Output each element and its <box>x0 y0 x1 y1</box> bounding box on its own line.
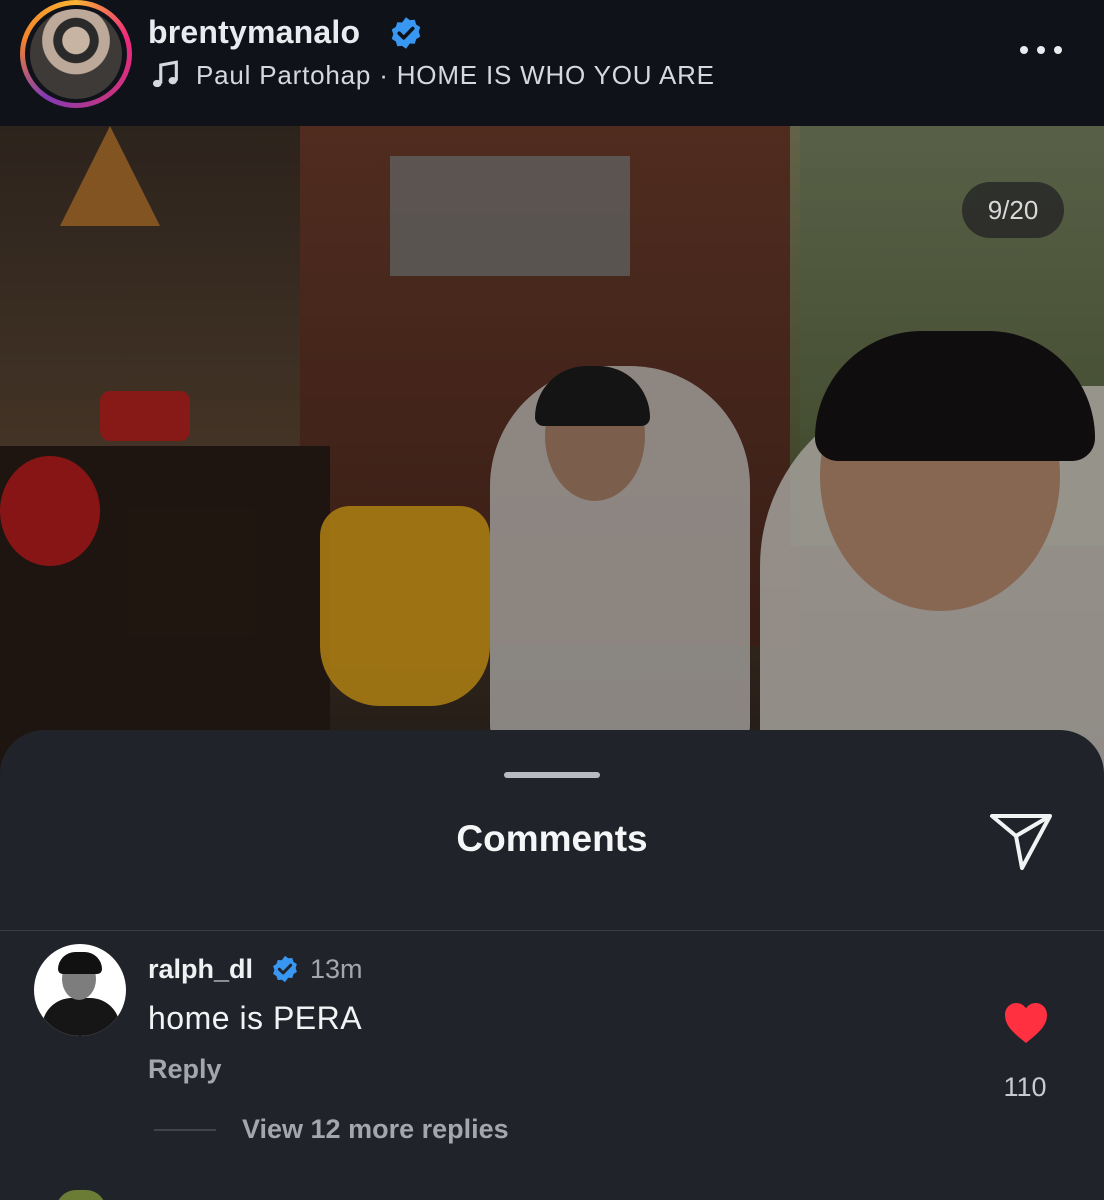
next-commenter-avatar[interactable] <box>56 1190 106 1200</box>
heart-icon[interactable] <box>1002 1000 1050 1044</box>
comment-text: home is PERA <box>148 1000 363 1036</box>
verified-badge-icon <box>391 17 421 49</box>
song-artist: Paul Partohap <box>196 60 372 90</box>
author-avatar[interactable] <box>20 0 132 108</box>
view-more-replies-button[interactable]: View 12 more replies <box>242 1114 509 1145</box>
music-note-icon <box>152 60 178 88</box>
post-header: brentymanalo Paul Partohap · HOME IS WHO… <box>0 0 1104 126</box>
song-title: HOME IS WHO YOU ARE <box>396 60 715 90</box>
sheet-grabber[interactable] <box>504 772 600 778</box>
author-username[interactable]: brentymanalo <box>148 14 360 51</box>
like-count: 110 <box>1003 1072 1047 1102</box>
audio-track[interactable]: Paul Partohap · HOME IS WHO YOU ARE <box>196 60 715 91</box>
replies-connector-line <box>154 1129 216 1131</box>
song-separator: · <box>379 60 389 90</box>
comments-title: Comments <box>456 818 648 859</box>
comment-timestamp: 13m <box>310 954 363 984</box>
reply-button[interactable]: Reply <box>148 1054 222 1085</box>
carousel-counter: 9/20 <box>962 182 1064 238</box>
sheet-divider <box>0 930 1104 931</box>
send-icon[interactable] <box>988 810 1054 872</box>
commenter-avatar[interactable] <box>34 944 126 1036</box>
verified-badge-icon <box>273 955 297 983</box>
commenter-username[interactable]: ralph_dl <box>148 954 253 985</box>
comments-sheet: Comments ralph_dl 13m home is PERA Reply… <box>0 730 1104 1200</box>
more-options-icon[interactable] <box>1016 40 1066 60</box>
